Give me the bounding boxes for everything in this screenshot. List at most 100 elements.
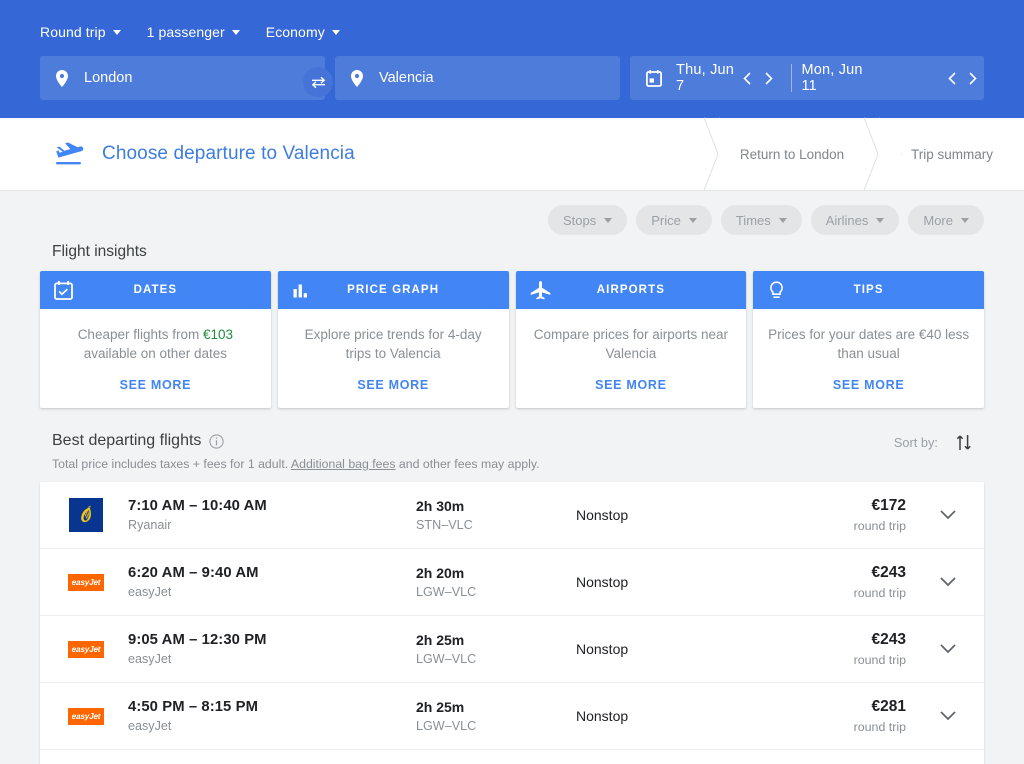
flight-stops: Nonstop: [576, 507, 772, 523]
best-departing-header: Best departing flights Total price inclu…: [40, 432, 984, 471]
insight-card-dates[interactable]: DATES Cheaper flights from €103 availabl…: [40, 271, 271, 408]
chevron-down-icon: [779, 218, 787, 223]
return-date-next-button[interactable]: [963, 56, 984, 100]
flight-duration: 2h 25m: [416, 699, 576, 715]
swap-arrows-icon: [311, 76, 326, 89]
airline-name: Ryanair: [128, 518, 416, 532]
airline-logo-cell: [54, 497, 128, 533]
chevron-down-icon: [332, 30, 340, 35]
card-header: AIRPORTS: [516, 271, 747, 309]
airline-name: easyJet: [128, 719, 416, 733]
flight-times: 4:50 PM – 8:15 PM: [128, 699, 416, 715]
flight-duration-cell: 2h 25m LGW–VLC: [416, 632, 576, 666]
insight-cards: DATES Cheaper flights from €103 availabl…: [40, 271, 984, 408]
cabin-class-selector[interactable]: Economy: [266, 24, 340, 40]
table-row-partial[interactable]: [40, 750, 984, 764]
flight-duration-cell: 2h 30m STN–VLC: [416, 498, 576, 532]
chevron-divider-icon: [704, 118, 720, 191]
step-trip-summary[interactable]: Trip summary: [880, 118, 1024, 190]
search-fields-row: London Valencia Thu, Jun 7: [40, 56, 984, 100]
easyjet-logo: easyJet: [68, 564, 104, 600]
additional-bag-fees-link[interactable]: Additional bag fees: [291, 457, 396, 471]
passengers-selector[interactable]: 1 passenger: [147, 24, 240, 40]
ryanair-logo: [68, 497, 104, 533]
location-pin-icon: [351, 70, 363, 87]
page-title: Best departing flights: [52, 432, 201, 450]
current-step: Choose departure to Valencia: [0, 118, 704, 190]
expand-flight-button[interactable]: [912, 711, 984, 721]
destination-input[interactable]: Valencia: [335, 56, 620, 100]
chevron-down-icon: [940, 644, 956, 654]
easyjet-logo-badge: easyJet: [68, 641, 104, 658]
flight-price-cell: €243 round trip: [772, 631, 912, 667]
return-date-value[interactable]: Mon, Jun 11: [801, 62, 867, 94]
filter-more[interactable]: More: [908, 205, 984, 235]
card-description: Cheaper flights from €103 available on o…: [54, 325, 257, 363]
see-more-link[interactable]: SEE MORE: [767, 378, 970, 408]
trip-type-label: Round trip: [40, 24, 106, 40]
flight-times: 9:05 AM – 12:30 PM: [128, 632, 416, 648]
flight-duration: 2h 25m: [416, 632, 576, 648]
flight-price-type: round trip: [772, 653, 906, 667]
airline-name: easyJet: [128, 652, 416, 666]
sort-control[interactable]: Sort by:: [894, 432, 972, 451]
table-row[interactable]: 7:10 AM – 10:40 AM Ryanair 2h 30m STN–VL…: [40, 482, 984, 549]
filter-label: Times: [736, 213, 771, 228]
chevron-right-icon: [765, 72, 773, 85]
easyjet-logo: easyJet: [68, 631, 104, 667]
dates-field: Thu, Jun 7 Mon, Jun 11: [630, 56, 984, 100]
swap-airports-button[interactable]: [303, 67, 333, 97]
step-return-to-london[interactable]: Return to London: [720, 118, 864, 190]
chevron-down-icon: [940, 577, 956, 587]
filter-price[interactable]: Price: [636, 205, 712, 235]
flight-route: LGW–VLC: [416, 585, 576, 599]
see-more-link[interactable]: SEE MORE: [530, 378, 733, 408]
info-icon[interactable]: [209, 434, 224, 449]
card-header: DATES: [40, 271, 271, 309]
flight-insights-heading: Flight insights: [52, 243, 984, 261]
insight-card-airports[interactable]: AIRPORTS Compare prices for airports nea…: [516, 271, 747, 408]
flight-times-cell: 6:20 AM – 9:40 AM easyJet: [128, 565, 416, 599]
see-more-link[interactable]: SEE MORE: [292, 378, 495, 408]
sort-arrows-icon[interactable]: [956, 434, 972, 451]
depart-date-next-button[interactable]: [758, 56, 780, 100]
filter-stops[interactable]: Stops: [548, 205, 627, 235]
easyjet-logo-badge: easyJet: [68, 574, 104, 591]
filter-times[interactable]: Times: [721, 205, 802, 235]
origin-input[interactable]: London: [40, 56, 325, 100]
chevron-down-icon: [961, 218, 969, 223]
card-header: TIPS: [753, 271, 984, 309]
subtitle-post: and other fees may apply.: [396, 457, 540, 471]
filter-airlines[interactable]: Airlines: [811, 205, 900, 235]
flight-route: STN–VLC: [416, 518, 576, 532]
see-more-link[interactable]: SEE MORE: [54, 378, 257, 408]
flight-stops: Nonstop: [576, 708, 772, 724]
expand-flight-button[interactable]: [912, 510, 984, 520]
step-chevron-divider: [704, 118, 720, 190]
table-row[interactable]: easyJet 9:05 AM – 12:30 PM easyJet 2h 25…: [40, 616, 984, 683]
card-description: Explore price trends for 4-day trips to …: [292, 325, 495, 363]
step-label: Return to London: [740, 147, 844, 162]
depart-date-prev-button[interactable]: [736, 56, 758, 100]
desc-post: available on other dates: [84, 346, 227, 361]
airline-name: easyJet: [128, 585, 416, 599]
chevron-down-icon: [940, 711, 956, 721]
expand-flight-button[interactable]: [912, 577, 984, 587]
flight-times: 6:20 AM – 9:40 AM: [128, 565, 416, 581]
chevron-down-icon: [232, 30, 240, 35]
easyjet-logo-badge: easyJet: [68, 708, 104, 725]
desc-pre: Compare prices for airports near Valenci…: [534, 327, 728, 361]
table-row[interactable]: easyJet 6:20 AM – 9:40 AM easyJet 2h 20m…: [40, 549, 984, 616]
chevron-left-icon: [948, 72, 956, 85]
return-date-prev-button[interactable]: [942, 56, 963, 100]
flight-price: €243: [772, 631, 906, 649]
origin-value: London: [84, 70, 132, 86]
expand-flight-button[interactable]: [912, 644, 984, 654]
search-header: Round trip 1 passenger Economy London Va…: [0, 0, 1024, 118]
trip-type-selector[interactable]: Round trip: [40, 24, 121, 40]
depart-date-value[interactable]: Thu, Jun 7: [676, 62, 736, 94]
insight-card-tips[interactable]: TIPS Prices for your dates are €40 less …: [753, 271, 984, 408]
table-row[interactable]: easyJet 4:50 PM – 8:15 PM easyJet 2h 25m…: [40, 683, 984, 750]
insight-card-price-graph[interactable]: PRICE GRAPH Explore price trends for 4-d…: [278, 271, 509, 408]
filter-chips-row: Stops Price Times Airlines More: [40, 191, 984, 243]
